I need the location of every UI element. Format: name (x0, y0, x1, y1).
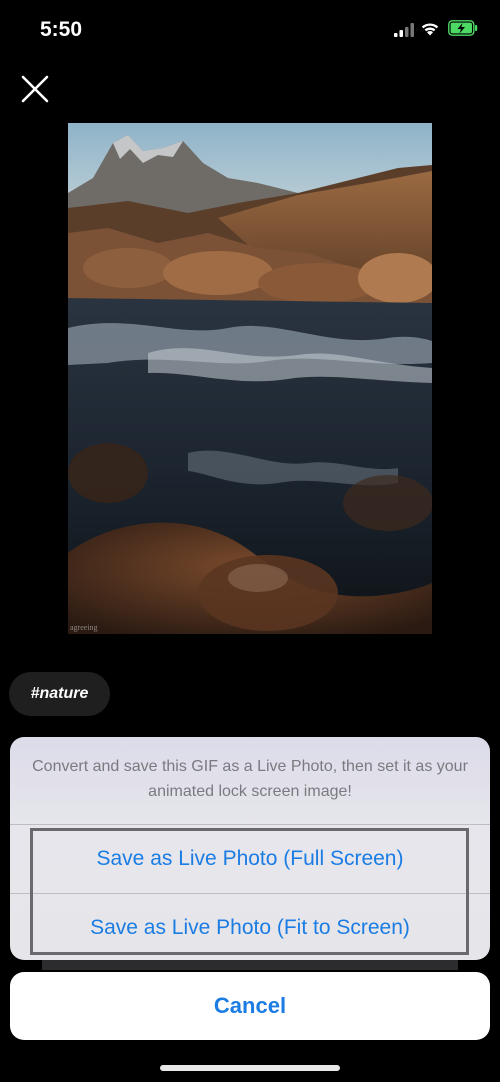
close-button[interactable] (17, 71, 53, 107)
wifi-icon (421, 23, 439, 36)
gif-preview: agreeing (68, 123, 432, 634)
close-icon (21, 75, 49, 103)
cellular-signal-icon (394, 23, 414, 37)
save-live-photo-fit-to-screen-button[interactable]: Save as Live Photo (Fit to Screen) (10, 894, 490, 960)
status-bar: 5:50 (0, 0, 500, 60)
cancel-button[interactable]: Cancel (10, 972, 490, 1040)
hashtag-chip-nature[interactable]: #nature (9, 672, 110, 716)
screen: 5:50 agreeing #nature Convert and save t… (0, 0, 500, 1082)
save-live-photo-full-screen-button[interactable]: Save as Live Photo (Full Screen) (10, 825, 490, 893)
action-sheet-message: Convert and save this GIF as a Live Phot… (32, 758, 468, 800)
watermark: agreeing (70, 623, 98, 632)
sheet-backdrop-peek (42, 960, 458, 970)
battery-charging-icon (448, 20, 478, 36)
nature-gif-image (68, 123, 432, 634)
home-indicator[interactable] (160, 1065, 340, 1071)
status-time: 5:50 (40, 18, 83, 41)
action-sheet: Convert and save this GIF as a Live Phot… (10, 737, 490, 960)
